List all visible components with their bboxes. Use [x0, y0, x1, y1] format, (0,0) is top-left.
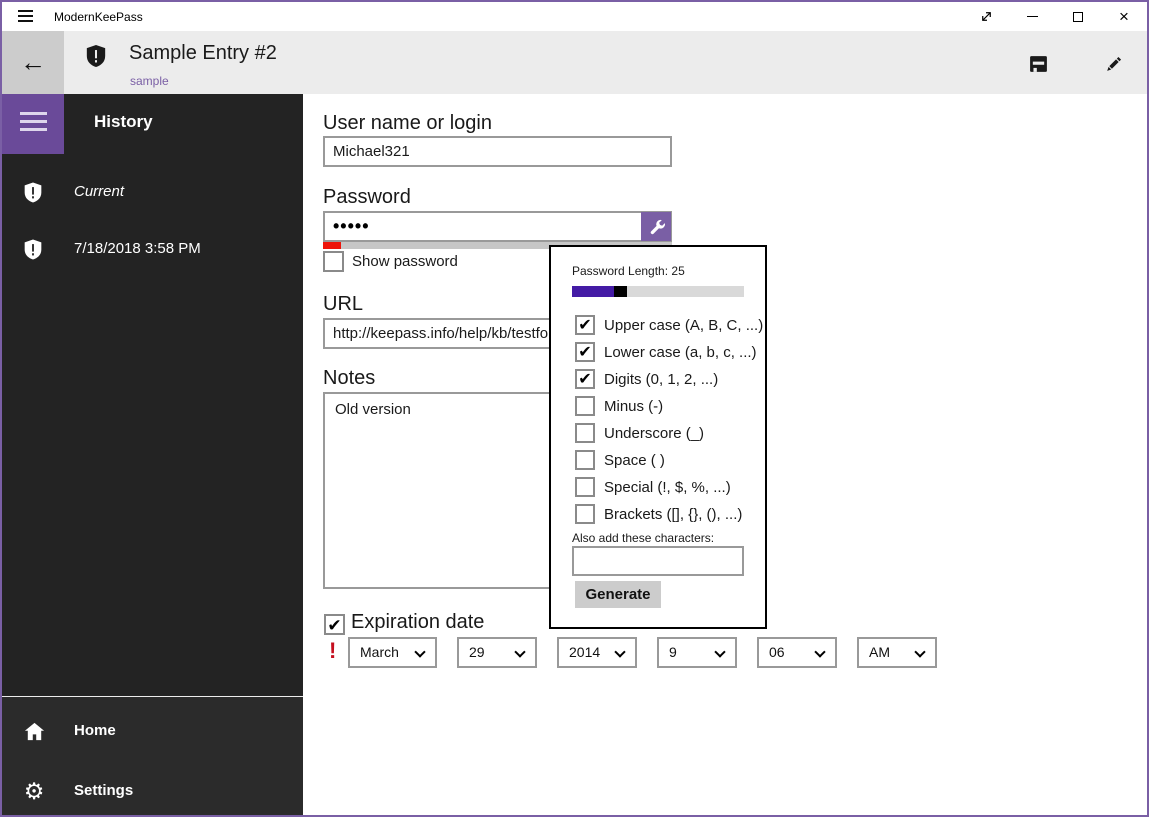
- brackets-checkbox[interactable]: [575, 504, 595, 524]
- password-field: [323, 211, 672, 242]
- history-sidebar: History Current 7/18/2018 3:58 PM Home ⚙…: [2, 94, 303, 815]
- title-bar: ModernKeePass ×: [2, 2, 1147, 31]
- slider-fill: [572, 286, 614, 297]
- sidebar-item-label: 7/18/2018 3:58 PM: [74, 240, 201, 257]
- uppercase-checkbox[interactable]: ✔: [575, 315, 595, 335]
- app-title: ModernKeePass: [54, 10, 143, 24]
- notes-label: Notes: [323, 367, 376, 389]
- edit-button[interactable]: [1089, 39, 1137, 87]
- password-generator-button[interactable]: [641, 212, 671, 241]
- checkmark-icon: ✔: [327, 616, 342, 635]
- ampm-dropdown[interactable]: AM: [857, 637, 937, 668]
- entry-header: ← Sample Entry #2 sample: [2, 31, 1147, 94]
- save-icon: [1029, 55, 1047, 72]
- slider-thumb[interactable]: [614, 286, 627, 297]
- chevron-down-icon: [614, 646, 626, 658]
- pencil-icon: [1106, 56, 1121, 71]
- window-controls: ×: [963, 2, 1147, 31]
- chevron-down-icon: [414, 646, 426, 658]
- nav-hamburger-button[interactable]: [2, 94, 64, 154]
- chevron-down-icon: [714, 646, 726, 658]
- sidebar-item-current[interactable]: Current: [2, 170, 303, 214]
- password-label: Password: [323, 186, 411, 208]
- also-add-label: Also add these characters:: [572, 531, 715, 545]
- sidebar-item-settings[interactable]: ⚙ Settings: [2, 769, 303, 813]
- gear-icon: ⚙: [23, 777, 45, 804]
- entry-title: Sample Entry #2: [129, 42, 277, 64]
- back-button[interactable]: ←: [2, 31, 64, 94]
- option-row-underscore: Underscore (_): [551, 423, 769, 443]
- home-icon: [22, 719, 46, 743]
- checkmark-icon: ✔: [578, 317, 592, 334]
- fullscreen-button[interactable]: [963, 2, 1009, 31]
- sidebar-item-label: Home: [74, 722, 116, 739]
- chevron-down-icon: [914, 646, 926, 658]
- save-button[interactable]: [1014, 39, 1062, 87]
- option-row-lowercase: ✔ Lower case (a, b, c, ...): [551, 342, 769, 362]
- expired-warning-icon: !: [329, 638, 337, 663]
- option-row-minus: Minus (-): [551, 396, 769, 416]
- option-row-special: Special (!, $, %, ...): [551, 477, 769, 497]
- generate-button[interactable]: Generate: [575, 581, 661, 608]
- maximize-button[interactable]: [1055, 2, 1101, 31]
- titlebar-hamburger-icon[interactable]: [18, 10, 33, 23]
- wrench-icon: [650, 219, 665, 235]
- password-generator-popup: Password Length: 25 ✔ Upper case (A, B, …: [549, 245, 767, 629]
- shield-icon: [24, 239, 42, 260]
- minimize-button[interactable]: [1009, 2, 1055, 31]
- sidebar-item-history-date[interactable]: 7/18/2018 3:58 PM: [2, 227, 303, 271]
- sidebar-section-title: History: [94, 112, 153, 131]
- minus-checkbox[interactable]: [575, 396, 595, 416]
- expiration-label: Expiration date: [351, 611, 485, 633]
- password-input[interactable]: [325, 213, 640, 240]
- option-row-uppercase: ✔ Upper case (A, B, C, ...): [551, 315, 769, 335]
- lowercase-checkbox[interactable]: ✔: [575, 342, 595, 362]
- diagonal-resize-icon: [981, 12, 991, 21]
- password-length-slider[interactable]: [572, 286, 744, 297]
- hour-dropdown[interactable]: 9: [657, 637, 737, 668]
- option-row-space: Space ( ): [551, 450, 769, 470]
- password-length-label: Password Length: 25: [572, 264, 685, 278]
- minimize-icon: [1026, 15, 1038, 18]
- username-input[interactable]: [323, 136, 672, 167]
- username-label: User name or login: [323, 112, 492, 134]
- show-password-label: Show password: [352, 253, 458, 270]
- hamburger-icon: [19, 112, 47, 115]
- sidebar-footer: Home ⚙ Settings: [2, 696, 303, 815]
- minute-dropdown[interactable]: 06: [757, 637, 837, 668]
- password-strength-fill: [323, 242, 341, 249]
- option-row-digits: ✔ Digits (0, 1, 2, ...): [551, 369, 769, 389]
- maximize-icon: [1073, 11, 1083, 22]
- space-checkbox[interactable]: [575, 450, 595, 470]
- shield-icon: [86, 45, 106, 67]
- show-password-checkbox[interactable]: [323, 251, 344, 272]
- underscore-checkbox[interactable]: [575, 423, 595, 443]
- chevron-down-icon: [814, 646, 826, 658]
- shield-icon: [24, 182, 42, 203]
- entry-group-link[interactable]: sample: [130, 74, 169, 88]
- option-row-brackets: Brackets ([], {}, (), ...): [551, 504, 769, 524]
- close-button[interactable]: ×: [1101, 2, 1147, 31]
- url-label: URL: [323, 293, 364, 315]
- expiration-checkbox[interactable]: ✔: [324, 614, 345, 635]
- year-dropdown[interactable]: 2014: [557, 637, 637, 668]
- day-dropdown[interactable]: 29: [457, 637, 537, 668]
- sidebar-item-label: Current: [74, 183, 125, 200]
- checkmark-icon: ✔: [578, 371, 592, 388]
- digits-checkbox[interactable]: ✔: [575, 369, 595, 389]
- app-window: ModernKeePass × ← Sample Entry #2 sample…: [0, 0, 1149, 817]
- sidebar-item-label: Settings: [74, 782, 134, 799]
- also-add-input[interactable]: [572, 546, 744, 576]
- chevron-down-icon: [514, 646, 526, 658]
- sidebar-item-home[interactable]: Home: [2, 709, 303, 753]
- close-icon: ×: [1119, 7, 1129, 26]
- month-dropdown[interactable]: March: [348, 637, 437, 668]
- special-checkbox[interactable]: [575, 477, 595, 497]
- checkmark-icon: ✔: [578, 344, 592, 361]
